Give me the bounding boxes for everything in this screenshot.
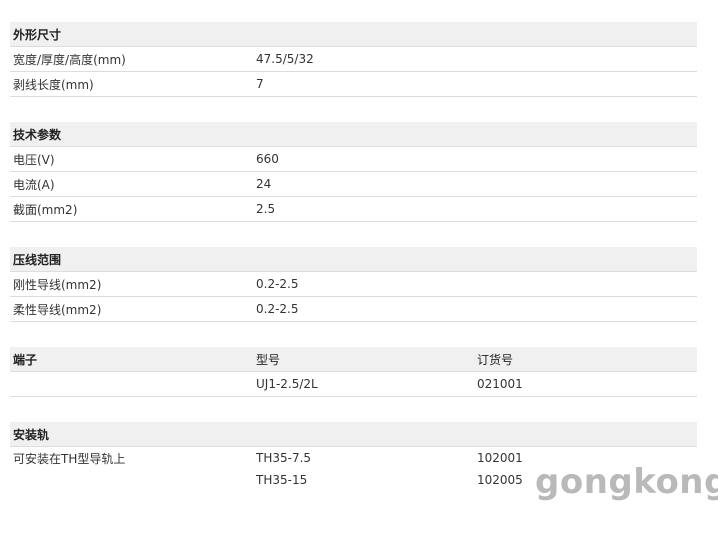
section-header: 技术参数 <box>10 122 697 147</box>
terminal-row: UJ1-2.5/2L 021001 <box>10 372 697 397</box>
spec-label: 电压(V) <box>13 152 55 167</box>
spec-value: 47.5/5/32 <box>256 52 314 66</box>
section-technical: 技术参数 电压(V) 660 电流(A) 24 截面(mm2) 2.5 <box>10 122 697 222</box>
spec-value: 24 <box>256 177 272 191</box>
spec-label: 刚性导线(mm2) <box>13 277 102 292</box>
terminal-model: UJ1-2.5/2L <box>256 377 318 391</box>
section-crimp-range: 压线范围 刚性导线(mm2) 0.2-2.5 柔性导线(mm2) 0.2-2.5 <box>10 247 697 322</box>
section-header: 安装轨 <box>10 422 697 447</box>
section-title: 压线范围 <box>13 252 62 267</box>
rail-label: 可安装在TH型导轨上 <box>13 451 126 466</box>
column-header-model: 型号 <box>256 352 281 367</box>
section-title: 安装轨 <box>13 427 50 442</box>
spec-value: 0.2-2.5 <box>256 302 299 316</box>
spec-row: 电压(V) 660 <box>10 147 697 172</box>
section-header: 外形尺寸 <box>10 22 697 47</box>
spec-label: 柔性导线(mm2) <box>13 302 102 317</box>
spec-label: 宽度/厚度/高度(mm) <box>13 52 126 67</box>
rail-order-no: 102001 <box>477 451 523 465</box>
section-terminal: 端子 型号 订货号 UJ1-2.5/2L 021001 <box>10 347 697 397</box>
spec-value: 660 <box>256 152 279 166</box>
rail-model: TH35-7.5 <box>256 451 312 465</box>
spec-label: 电流(A) <box>13 177 55 192</box>
terminal-order-no: 021001 <box>477 377 523 391</box>
spec-row: 刚性导线(mm2) 0.2-2.5 <box>10 272 697 297</box>
spec-row: 柔性导线(mm2) 0.2-2.5 <box>10 297 697 322</box>
section-title: 端子 <box>13 352 38 367</box>
section-header: 端子 型号 订货号 <box>10 347 697 372</box>
spec-label: 剥线长度(mm) <box>13 77 94 92</box>
spec-label: 截面(mm2) <box>13 202 78 217</box>
spec-row: 电流(A) 24 <box>10 172 697 197</box>
rail-model: TH35-15 <box>256 473 308 487</box>
spec-value: 0.2-2.5 <box>256 277 299 291</box>
section-title: 技术参数 <box>13 127 62 142</box>
watermark-logo: gongkong <box>535 462 718 502</box>
section-title: 外形尺寸 <box>13 27 62 42</box>
section-dimensions: 外形尺寸 宽度/厚度/高度(mm) 47.5/5/32 剥线长度(mm) 7 <box>10 22 697 97</box>
spec-value: 7 <box>256 77 264 91</box>
section-header: 压线范围 <box>10 247 697 272</box>
column-header-order-no: 订货号 <box>477 352 514 367</box>
spec-sheet: 外形尺寸 宽度/厚度/高度(mm) 47.5/5/32 剥线长度(mm) 7 技… <box>10 22 697 516</box>
spec-row: 截面(mm2) 2.5 <box>10 197 697 222</box>
spec-value: 2.5 <box>256 202 276 216</box>
rail-order-no: 102005 <box>477 473 523 487</box>
spec-row: 剥线长度(mm) 7 <box>10 72 697 97</box>
spec-row: 宽度/厚度/高度(mm) 47.5/5/32 <box>10 47 697 72</box>
